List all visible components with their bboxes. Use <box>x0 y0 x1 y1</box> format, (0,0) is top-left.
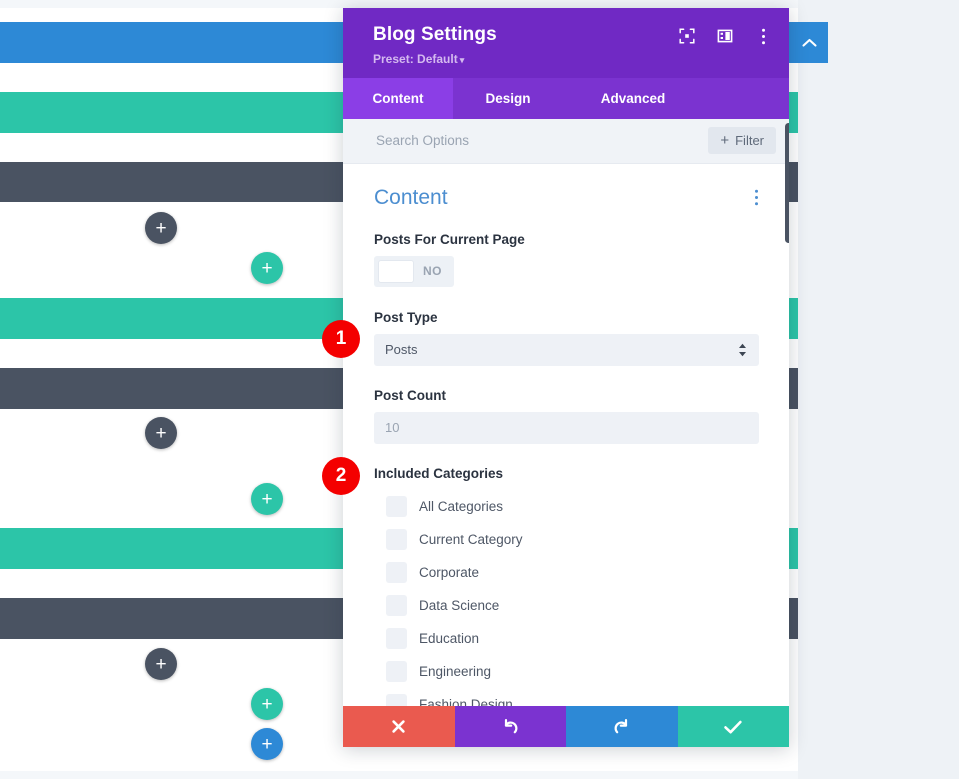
close-icon <box>390 718 407 735</box>
field-label: Post Type <box>374 309 438 325</box>
fullscreen-icon[interactable] <box>679 28 695 44</box>
plus-icon: + <box>720 132 730 150</box>
tab-content[interactable]: Content <box>343 77 453 119</box>
field-included-categories: Included Categories All Categories Curre… <box>374 466 759 706</box>
more-options-icon[interactable] <box>755 28 771 44</box>
post-type-select[interactable]: Posts <box>374 333 759 366</box>
section-title: Content <box>374 185 448 209</box>
category-label: Data Science <box>419 597 500 613</box>
add-row-button[interactable]: + <box>251 252 283 284</box>
tab-label: Advanced <box>600 90 666 106</box>
plus-icon: + <box>155 217 167 239</box>
plus-icon: + <box>261 488 273 510</box>
callout-number: 2 <box>335 465 347 486</box>
preset-label: Preset: Default <box>373 51 458 66</box>
search-bar: + Filter <box>343 118 789 164</box>
checkbox-icon[interactable] <box>386 561 407 583</box>
vertical-dots-icon[interactable] <box>754 189 759 206</box>
checkbox-icon[interactable] <box>386 660 407 682</box>
category-option[interactable]: Corporate <box>374 556 759 589</box>
category-label: Corporate <box>419 564 480 580</box>
chevron-down-icon: ▾ <box>459 54 465 65</box>
post-count-input[interactable] <box>374 411 759 444</box>
category-label: Engineering <box>419 663 492 679</box>
callout-badge-2: 2 <box>322 457 360 495</box>
toggle-knob <box>378 259 414 283</box>
plus-icon: + <box>261 733 273 755</box>
category-option[interactable]: Current Category <box>374 523 759 556</box>
add-row-button[interactable]: + <box>251 483 283 515</box>
category-label: Fashion Design <box>419 696 513 706</box>
plus-icon: + <box>155 653 167 675</box>
modal-body: Content Posts For Current Page NO Post T… <box>343 163 789 706</box>
modal-tabs: Content Design Advanced <box>343 77 789 119</box>
field-post-count: Post Count <box>374 388 759 444</box>
tab-label: Content <box>372 90 424 106</box>
modal-header: Blog Settings Preset: Default ▾ <box>343 8 789 78</box>
modal-body-inner: Content Posts For Current Page NO Post T… <box>343 164 789 706</box>
save-button[interactable] <box>677 706 789 747</box>
blog-settings-modal: Blog Settings Preset: Default ▾ Content … <box>343 8 789 747</box>
plus-icon: + <box>261 257 273 279</box>
checkbox-icon[interactable] <box>386 495 407 517</box>
undo-button[interactable] <box>454 706 566 747</box>
filter-button[interactable]: + Filter <box>708 127 776 155</box>
category-option[interactable]: Engineering <box>374 655 759 688</box>
category-label: Education <box>419 630 480 646</box>
posts-for-current-page-toggle[interactable]: NO <box>374 255 454 287</box>
post-type-value: Posts <box>385 342 418 358</box>
tab-advanced[interactable]: Advanced <box>563 78 703 119</box>
category-label: Current Category <box>419 531 523 547</box>
plus-icon: + <box>155 422 167 444</box>
field-label: Posts For Current Page <box>374 231 525 247</box>
checkmark-icon <box>723 719 743 735</box>
category-option[interactable]: All Categories <box>374 490 759 523</box>
undo-icon <box>501 717 520 736</box>
add-module-button[interactable]: + <box>145 212 177 244</box>
callout-number: 1 <box>335 328 347 349</box>
add-module-button[interactable]: + <box>145 417 177 449</box>
chevron-up-icon <box>802 38 817 48</box>
field-label: Post Count <box>374 387 446 403</box>
plus-icon: + <box>261 693 273 715</box>
field-label: Included Categories <box>374 465 504 481</box>
add-row-button[interactable]: + <box>251 688 283 720</box>
toggle-value: NO <box>423 264 442 279</box>
select-arrows-icon <box>738 343 747 357</box>
field-post-type: Post Type Posts <box>374 310 759 366</box>
modal-scrollbar[interactable] <box>785 123 789 243</box>
callout-badge-1: 1 <box>322 320 360 358</box>
screen: Section Row Text Row Blog Row Blog + + + <box>0 0 959 779</box>
field-posts-for-current-page: Posts For Current Page NO <box>374 232 759 288</box>
checkbox-icon[interactable] <box>386 528 407 550</box>
category-option[interactable]: Data Science <box>374 589 759 622</box>
tab-label: Design <box>485 90 531 106</box>
panel-layout-icon[interactable] <box>717 28 733 44</box>
tab-design[interactable]: Design <box>453 78 563 119</box>
modal-header-icons <box>679 28 771 44</box>
cancel-button[interactable] <box>343 706 455 747</box>
category-option[interactable]: Education <box>374 622 759 655</box>
redo-button[interactable] <box>566 706 678 747</box>
checkbox-icon[interactable] <box>386 693 407 706</box>
checkbox-icon[interactable] <box>386 594 407 616</box>
search-input[interactable] <box>374 132 674 150</box>
modal-footer <box>343 706 789 747</box>
filter-button-label: Filter <box>735 133 764 149</box>
checkbox-icon[interactable] <box>386 627 407 649</box>
collapse-section-button[interactable] <box>791 22 828 63</box>
preset-selector[interactable]: Preset: Default ▾ <box>373 52 769 66</box>
redo-icon <box>612 717 631 736</box>
included-categories-list: All Categories Current Category Corporat… <box>374 490 759 706</box>
content-section-header: Content <box>374 186 759 210</box>
category-option[interactable]: Fashion Design <box>374 688 759 706</box>
add-section-button[interactable]: + <box>251 728 283 760</box>
add-module-button[interactable]: + <box>145 648 177 680</box>
category-label: All Categories <box>419 498 504 514</box>
